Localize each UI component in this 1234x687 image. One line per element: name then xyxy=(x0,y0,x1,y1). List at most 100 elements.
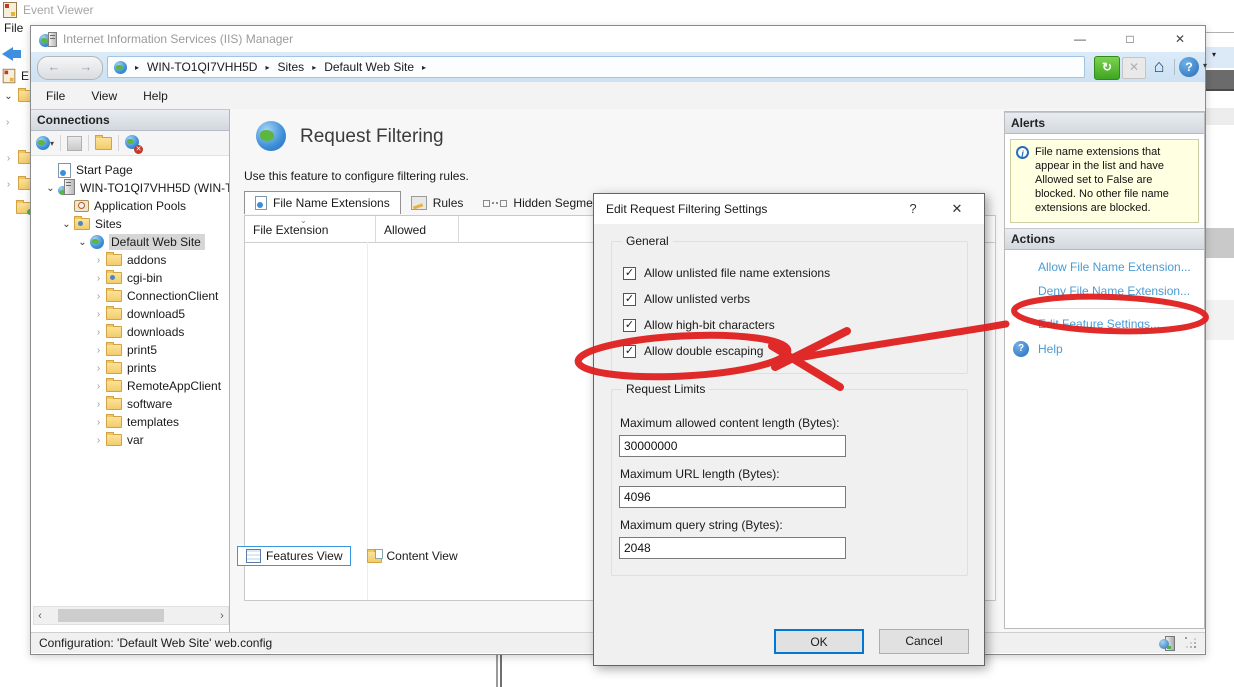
chevron-right-icon[interactable]: › xyxy=(92,399,105,410)
window-titlebar[interactable]: Internet Information Services (IIS) Mana… xyxy=(31,26,1205,52)
chevron-right-icon[interactable]: › xyxy=(92,273,105,284)
forward-button[interactable]: → xyxy=(70,57,102,79)
tree-item-software[interactable]: › software xyxy=(31,395,229,413)
back-button[interactable]: ← xyxy=(38,57,70,79)
chevron-down-icon[interactable]: ⌄ xyxy=(2,91,15,102)
event-viewer-title: Event Viewer xyxy=(23,3,93,17)
minimize-button[interactable]: — xyxy=(1055,26,1105,52)
refresh-button[interactable]: ↻ xyxy=(1094,56,1120,80)
start-page-icon xyxy=(58,163,71,178)
checkbox-allow-high-bit[interactable]: ✓ Allow high-bit characters xyxy=(623,318,775,332)
tree-item-remoteappclient[interactable]: › RemoteAppClient xyxy=(31,377,229,395)
checkbox-allow-double-escaping[interactable]: ✓ Allow double escaping xyxy=(623,344,763,358)
tree-item-cgi-bin[interactable]: › cgi-bin xyxy=(31,269,229,287)
max-content-length-input[interactable] xyxy=(619,435,846,457)
chevron-right-icon[interactable]: › xyxy=(2,153,15,164)
sort-icon[interactable]: ⌄ xyxy=(300,216,307,225)
chevron-right-icon[interactable]: › xyxy=(2,179,15,190)
chevron-right-icon[interactable]: › xyxy=(92,309,105,320)
stop-button[interactable]: ✕ xyxy=(1122,57,1146,79)
max-query-string-input[interactable] xyxy=(619,537,846,559)
tab-file-name-extensions[interactable]: File Name Extensions xyxy=(244,191,401,214)
chevron-right-icon[interactable]: › xyxy=(92,291,105,302)
maximize-button[interactable]: □ xyxy=(1105,26,1155,52)
chevron-right-icon[interactable]: › xyxy=(92,435,105,446)
tree-item-start-page[interactable]: Start Page xyxy=(31,161,229,179)
cancel-button[interactable]: Cancel xyxy=(879,629,969,654)
menu-help[interactable]: Help xyxy=(143,89,168,103)
chevron-right-icon[interactable]: › xyxy=(92,381,105,392)
tree-item-label: WIN-TO1QI7VHH5D (WIN-TO xyxy=(80,181,229,195)
tree-item-downloads[interactable]: › downloads xyxy=(31,323,229,341)
tree-item-default-web-site[interactable]: ⌄ Default Web Site xyxy=(31,233,229,251)
dialog-close-button[interactable]: ✕ xyxy=(942,201,972,217)
column-file-extension[interactable]: File Extension xyxy=(245,223,375,242)
chevron-right-icon[interactable]: › xyxy=(92,363,105,374)
tree-item-label: var xyxy=(127,433,144,447)
menu-bar: File View Help xyxy=(31,82,1205,109)
breadcrumb-server[interactable]: WIN-TO1QI7VHH5D xyxy=(147,60,257,74)
features-view-tab[interactable]: Features View xyxy=(237,546,351,566)
tree-item-var[interactable]: › var xyxy=(31,431,229,449)
home-button[interactable]: ⌂ xyxy=(1148,55,1170,77)
scrollbar-thumb[interactable] xyxy=(58,609,164,622)
column-allowed[interactable]: Allowed xyxy=(376,223,458,242)
breadcrumb-default-web-site[interactable]: Default Web Site xyxy=(324,60,414,74)
close-button[interactable]: ✕ xyxy=(1155,26,1205,52)
tree-item-download5[interactable]: › download5 xyxy=(31,305,229,323)
connections-header: Connections xyxy=(31,109,229,131)
help-dropdown-icon[interactable]: ▾ xyxy=(1203,61,1207,70)
tree-item-templates[interactable]: › templates xyxy=(31,413,229,431)
checkbox-allow-unlisted-extensions[interactable]: ✓ Allow unlisted file name extensions xyxy=(623,266,830,280)
save-icon[interactable] xyxy=(67,136,82,151)
menu-file[interactable]: File xyxy=(46,89,65,103)
horizontal-scrollbar[interactable]: ‹ › xyxy=(33,606,229,625)
action-allow-file-name-extension[interactable]: Allow File Name Extension... xyxy=(1038,260,1204,274)
dialog-help-button[interactable]: ? xyxy=(898,201,928,217)
chevron-right-icon[interactable]: › xyxy=(6,117,9,128)
checkbox-allow-unlisted-verbs[interactable]: ✓ Allow unlisted verbs xyxy=(623,292,750,306)
checkbox-icon[interactable]: ✓ xyxy=(623,345,636,358)
scroll-left-icon[interactable]: ‹ xyxy=(34,610,46,622)
chevron-down-icon[interactable]: ⌄ xyxy=(44,183,57,194)
column-divider[interactable] xyxy=(458,216,459,242)
action-deny-file-name-extension[interactable]: Deny File Name Extension... xyxy=(1038,284,1204,298)
menu-view[interactable]: View xyxy=(91,89,117,103)
iis-app-icon xyxy=(39,32,57,50)
tree-item-sites[interactable]: ⌄ Sites xyxy=(31,215,229,233)
help-button[interactable]: ? xyxy=(1179,57,1199,77)
event-viewer-tree-item[interactable]: › xyxy=(6,114,9,128)
content-view-tab[interactable]: Content View xyxy=(359,547,465,565)
chevron-down-icon[interactable]: ⌄ xyxy=(60,219,73,230)
event-viewer-file-menu[interactable]: File xyxy=(4,21,23,35)
action-edit-feature-settings[interactable]: Edit Feature Settings... xyxy=(1038,317,1204,331)
event-viewer-back-icon[interactable] xyxy=(2,47,21,61)
resize-grip[interactable] xyxy=(1185,637,1197,649)
breadcrumb[interactable]: ▸ WIN-TO1QI7VHH5D ▸ Sites ▸ Default Web … xyxy=(107,56,1085,78)
max-url-length-input[interactable] xyxy=(619,486,846,508)
disconnect-icon[interactable]: ✕ xyxy=(125,135,139,152)
chevron-right-icon[interactable]: › xyxy=(92,345,105,356)
ok-button[interactable]: OK xyxy=(774,629,864,654)
checkbox-icon[interactable]: ✓ xyxy=(623,319,636,332)
scroll-right-icon[interactable]: › xyxy=(216,610,228,622)
tree-item-prints[interactable]: › prints xyxy=(31,359,229,377)
checkbox-icon[interactable]: ✓ xyxy=(623,267,636,280)
chevron-right-icon[interactable]: › xyxy=(92,417,105,428)
breadcrumb-sites[interactable]: Sites xyxy=(278,60,305,74)
tree-item-print5[interactable]: › print5 xyxy=(31,341,229,359)
tree-item-server[interactable]: ⌄ WIN-TO1QI7VHH5D (WIN-TO xyxy=(31,179,229,197)
tree-item-application-pools[interactable]: Application Pools xyxy=(31,197,229,215)
action-help[interactable]: ? Help xyxy=(1013,341,1204,357)
checkbox-icon[interactable]: ✓ xyxy=(623,293,636,306)
chevron-right-icon[interactable]: › xyxy=(92,255,105,266)
event-viewer-tree-item[interactable]: E xyxy=(2,68,29,84)
dialog-titlebar[interactable]: Edit Request Filtering Settings ? ✕ xyxy=(594,194,984,224)
chevron-right-icon[interactable]: › xyxy=(92,327,105,338)
chevron-down-icon[interactable]: ⌄ xyxy=(76,237,89,248)
tree-item-connectionclient[interactable]: › ConnectionClient xyxy=(31,287,229,305)
add-folder-icon[interactable] xyxy=(95,137,112,150)
tab-rules[interactable]: Rules xyxy=(401,192,474,214)
create-connection-button[interactable]: ▾ xyxy=(36,136,54,150)
tree-item-addons[interactable]: › addons xyxy=(31,251,229,269)
